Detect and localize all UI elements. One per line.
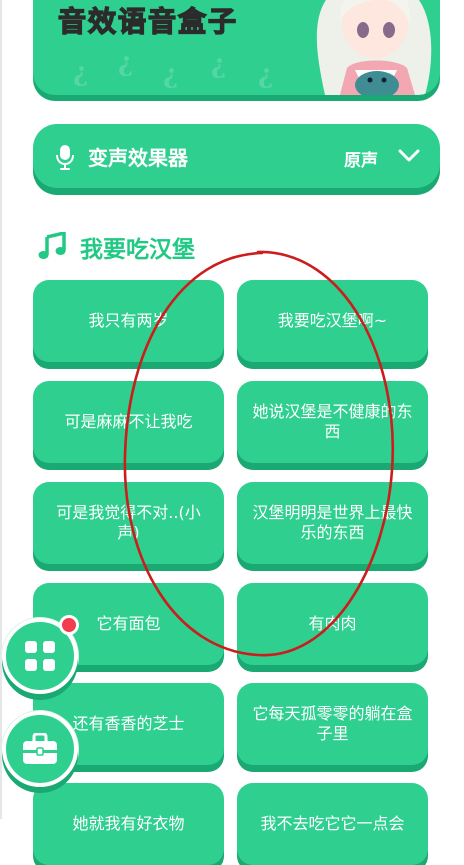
- sound-button[interactable]: 她说汉堡是不健康的东西: [237, 381, 428, 463]
- sound-button[interactable]: 我只有两岁: [33, 280, 224, 362]
- sound-button[interactable]: 它每天孤零零的躺在盒子里: [237, 683, 428, 765]
- sound-button[interactable]: 可是我觉得不对..(小声): [33, 482, 224, 564]
- sound-button[interactable]: 我不去吃它它一点会: [237, 783, 428, 865]
- toolbox-button[interactable]: [2, 711, 78, 787]
- sound-button[interactable]: 她就我有好衣物: [33, 783, 224, 865]
- toolbox-icon: [23, 733, 57, 764]
- sound-button[interactable]: 我要吃汉堡啊~: [237, 280, 428, 362]
- sound-button[interactable]: 有肉肉: [237, 583, 428, 665]
- sound-button-grid: 我只有两岁 我要吃汉堡啊~ 可是麻麻不让我吃 她说汉堡是不健康的东西 可是我觉得…: [0, 0, 464, 865]
- grid-icon: [25, 641, 55, 671]
- sound-button[interactable]: 可是麻麻不让我吃: [33, 381, 224, 463]
- sound-button[interactable]: 汉堡明明是世界上最快乐的东西: [237, 482, 428, 564]
- notification-badge: [59, 615, 79, 635]
